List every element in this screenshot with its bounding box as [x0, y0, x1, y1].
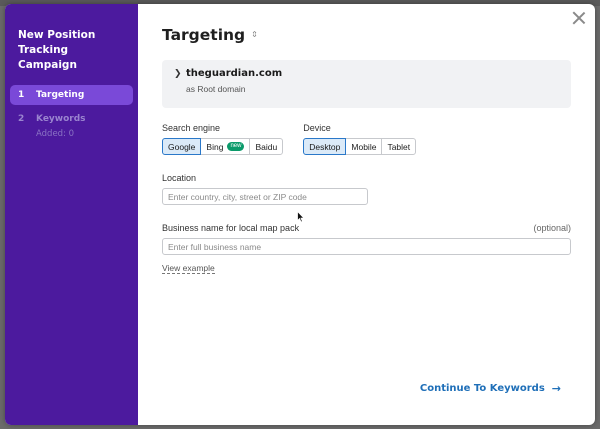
- step-keywords[interactable]: 2 Keywords Added: 0: [10, 109, 133, 144]
- device-toggle: Desktop Mobile Tablet: [303, 138, 417, 155]
- location-input[interactable]: [162, 188, 368, 205]
- targeting-panel: Targeting ⇕ ❯ theguardian.com as Root do…: [138, 4, 595, 425]
- engine-bing-button[interactable]: Bing new: [200, 138, 251, 155]
- step-keywords-count: Added: 0: [36, 129, 75, 139]
- optional-tag: (optional): [533, 223, 571, 233]
- view-example-link[interactable]: View example: [162, 263, 215, 274]
- step-targeting[interactable]: 1 Targeting: [10, 85, 133, 105]
- business-label: Business name for local map pack: [162, 223, 300, 233]
- location-label: Location: [162, 173, 197, 183]
- continue-label: Continue To Keywords: [419, 383, 545, 394]
- domain-row: ❯ theguardian.com: [174, 68, 559, 79]
- business-label-row: Business name for local map pack (option…: [162, 223, 571, 233]
- options-row: Search engine Google Bing new Baidu Devi…: [162, 123, 571, 155]
- arrow-right-icon: →: [551, 382, 561, 395]
- sidebar-title: New Position Tracking Campaign: [18, 29, 96, 71]
- domain-scope: as Root domain: [186, 84, 246, 94]
- search-engine-toggle: Google Bing new Baidu: [162, 138, 284, 155]
- device-label: Device: [303, 123, 331, 133]
- device-tablet-button[interactable]: Tablet: [381, 138, 417, 155]
- business-name-input[interactable]: [162, 238, 571, 255]
- new-badge: new: [227, 142, 245, 151]
- sort-icon: ⇕: [251, 30, 258, 39]
- engine-baidu-button[interactable]: Baidu: [249, 138, 284, 155]
- device-group: Device Desktop Mobile Tablet: [303, 123, 417, 155]
- domain-name: theguardian.com: [186, 68, 283, 79]
- engine-google-button[interactable]: Google: [162, 138, 202, 155]
- mouse-cursor-icon: [297, 211, 305, 223]
- search-engine-group: Search engine Google Bing new Baidu: [162, 123, 284, 155]
- wizard-sidebar: New Position Tracking Campaign 1 Targeti…: [5, 4, 138, 425]
- wizard-steps: 1 Targeting 2 Keywords Added: 0: [5, 85, 138, 144]
- device-desktop-button[interactable]: Desktop: [303, 138, 347, 155]
- engine-bing-label: Bing: [206, 141, 224, 152]
- step-label: Keywords: [36, 114, 86, 124]
- domain-card[interactable]: ❯ theguardian.com as Root domain: [162, 60, 571, 108]
- step-number: 2: [18, 114, 25, 124]
- device-mobile-button[interactable]: Mobile: [345, 138, 383, 155]
- close-icon[interactable]: [571, 10, 587, 26]
- page-title: Targeting: [162, 26, 246, 44]
- step-label: Targeting: [36, 90, 85, 100]
- search-engine-label: Search engine: [162, 123, 221, 133]
- title-row: Targeting ⇕: [162, 24, 571, 46]
- continue-to-keywords-button[interactable]: Continue To Keywords →: [420, 382, 561, 395]
- step-number: 1: [18, 90, 25, 100]
- chevron-right-icon[interactable]: ❯: [174, 68, 186, 79]
